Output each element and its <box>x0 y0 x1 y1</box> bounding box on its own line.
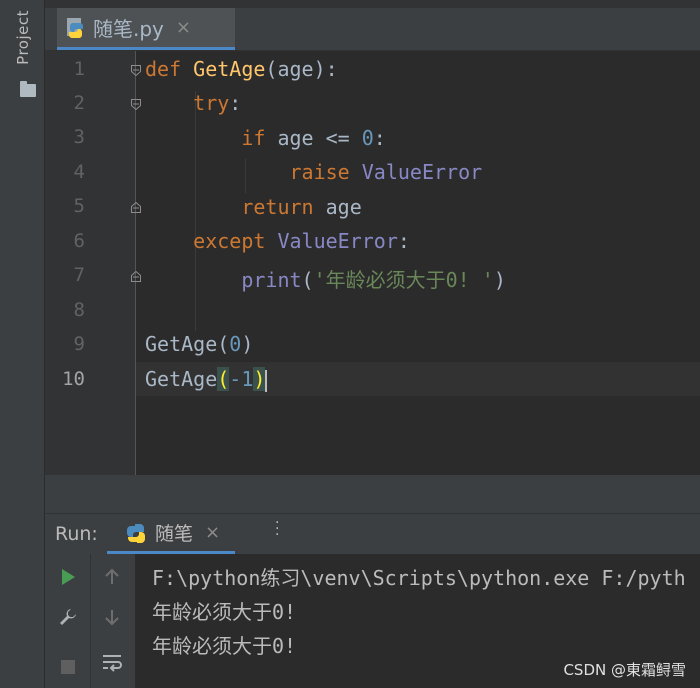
run-panel-title: Run: <box>55 523 98 545</box>
code-text: : <box>373 126 386 150</box>
wrench-icon <box>60 609 76 625</box>
line-number: 4 <box>73 161 85 183</box>
close-icon[interactable]: × <box>205 522 220 543</box>
line-number: 1 <box>73 58 85 80</box>
run-tab-label: 随笔 <box>155 523 194 545</box>
soft-wrap-icon <box>103 655 122 672</box>
code-text: age <= <box>265 126 362 150</box>
class-name: ValueError <box>277 229 398 253</box>
code-line-6: except ValueError: <box>145 229 410 253</box>
fold-open-icon[interactable] <box>131 99 141 110</box>
close-icon[interactable]: × <box>176 17 191 38</box>
line-gutter: 1 2 3 4 5 6 7 8 9 10 <box>45 51 135 475</box>
project-tool-button[interactable]: Project <box>14 10 32 65</box>
editor-tab-file[interactable]: 随笔.py × <box>57 8 235 50</box>
fold-open-icon[interactable] <box>131 65 141 76</box>
matched-paren: ( <box>217 367 230 391</box>
watermark-text: CSDN @東霜鲟雪 <box>563 661 686 679</box>
arrow-up-icon <box>105 568 119 584</box>
gutter-divider <box>135 51 136 475</box>
number-literal: 0 <box>361 126 374 150</box>
divider <box>90 554 91 688</box>
code-text: : <box>397 229 410 253</box>
code-text: ( <box>217 332 230 356</box>
stop-icon <box>61 660 75 674</box>
play-icon <box>62 569 75 585</box>
code-line-3: if age <= 0: <box>145 126 386 150</box>
panel-splitter[interactable] <box>45 475 700 513</box>
top-stripe <box>45 0 700 8</box>
code-line-7: print('年龄必须大于0! ') <box>145 264 506 293</box>
code-line-10: GetAge(-1) <box>145 367 268 392</box>
code-line-1: def GetAge(age): <box>145 57 338 81</box>
fold-end-icon[interactable] <box>131 202 141 213</box>
code-text: ) <box>241 332 254 356</box>
python-file-icon <box>67 17 83 38</box>
keyword: return <box>241 195 314 219</box>
soft-wrap-button[interactable] <box>99 650 125 676</box>
matched-paren: ) <box>253 367 266 391</box>
code-editor[interactable]: 1 2 3 4 5 6 7 8 9 10 def GetAge(age): tr… <box>45 51 700 475</box>
line-number: 6 <box>73 230 85 252</box>
python-icon <box>127 523 145 543</box>
line-number: 2 <box>73 92 85 114</box>
settings-button[interactable] <box>55 604 81 630</box>
folder-icon <box>20 81 36 97</box>
more-options-icon[interactable]: · · · <box>275 516 279 542</box>
code-text: (age): <box>265 57 338 81</box>
code-text: : <box>229 91 242 115</box>
line-number: 3 <box>73 126 85 148</box>
console-line: 年龄必须大于0! <box>152 634 297 658</box>
text-caret <box>265 369 268 392</box>
run-toolbar <box>45 554 135 688</box>
code-line-4: raise ValueError <box>145 160 483 184</box>
code-text: ) <box>493 268 506 292</box>
keyword: except <box>193 229 266 253</box>
stop-button[interactable] <box>55 654 81 680</box>
code-line-5: return age <box>145 195 362 219</box>
editor-tab-bar: 随笔.py × <box>45 8 700 51</box>
keyword: def <box>145 57 182 81</box>
fold-end-icon[interactable] <box>131 271 141 282</box>
editor-tab-label: 随笔.py <box>93 17 164 41</box>
run-panel-header: Run: 随笔 × · · · <box>45 514 700 554</box>
console-line: 年龄必须大于0! <box>152 600 297 624</box>
arrow-down-icon <box>105 610 119 626</box>
code-text: age <box>313 195 362 219</box>
line-number: 7 <box>73 264 85 286</box>
keyword: try <box>193 91 230 115</box>
console-line: F:\python练习\venv\Scripts\python.exe F:/p… <box>152 566 686 590</box>
code-text: ( <box>301 268 314 292</box>
scroll-down-button[interactable] <box>99 604 125 630</box>
project-tool-strip: Project <box>0 0 45 688</box>
function-name: GetAge <box>193 57 266 81</box>
line-number: 5 <box>73 195 85 217</box>
rerun-button[interactable] <box>55 564 81 590</box>
code-line-9: GetAge(0) <box>145 332 253 356</box>
line-number: 10 <box>62 368 85 390</box>
run-tab[interactable]: 随笔 × <box>107 514 235 554</box>
scroll-up-button[interactable] <box>99 564 125 590</box>
class-name: ValueError <box>361 160 483 184</box>
number-literal: 0 <box>229 332 242 356</box>
keyword: if <box>241 126 266 150</box>
code-line-2: try: <box>145 91 241 115</box>
number-literal: -1 <box>229 367 254 391</box>
code-text: GetAge <box>145 332 218 356</box>
line-number: 9 <box>73 333 85 355</box>
keyword: raise <box>289 160 350 184</box>
line-number: 8 <box>73 299 85 321</box>
code-text: GetAge <box>145 367 218 391</box>
string-literal: '年龄必须大于0! ' <box>313 268 494 292</box>
builtin-function: print <box>241 268 302 292</box>
